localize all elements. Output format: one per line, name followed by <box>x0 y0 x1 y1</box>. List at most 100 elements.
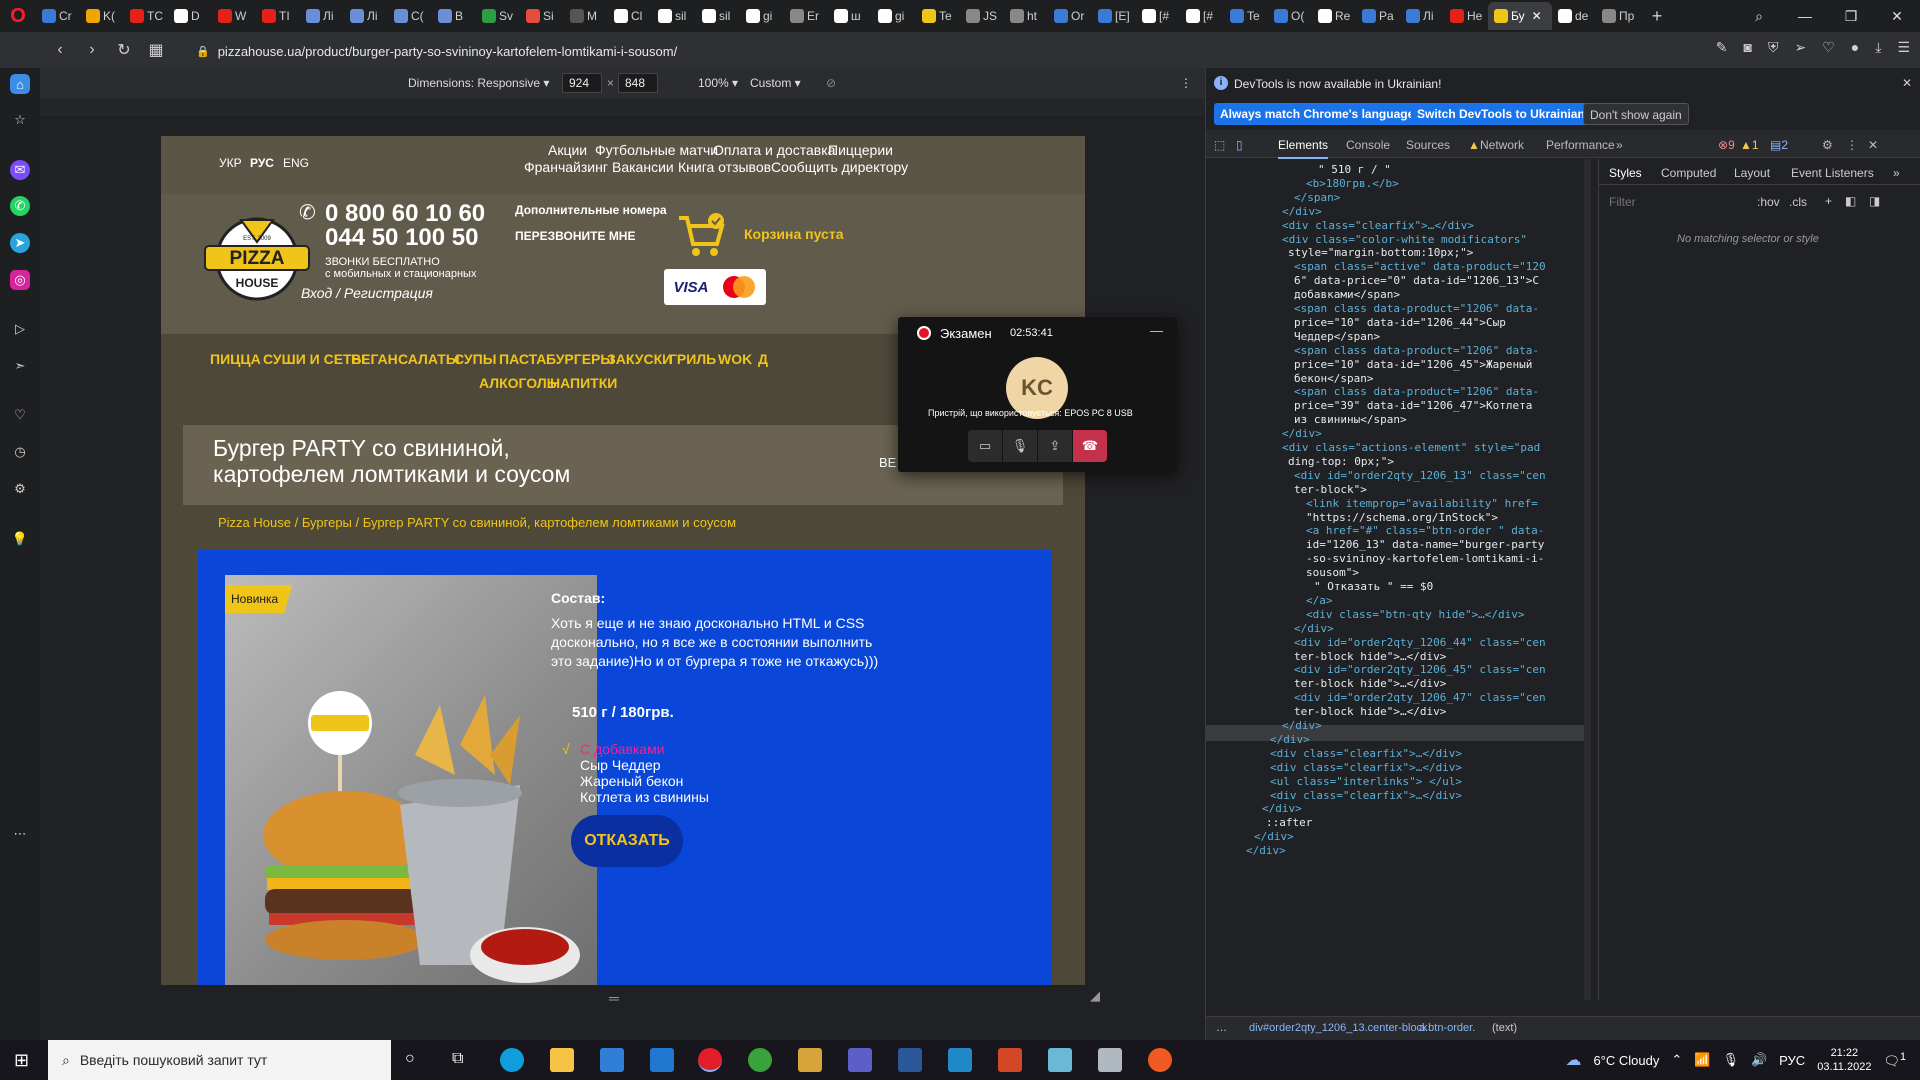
lightbulb-icon[interactable]: 💡 <box>10 529 30 549</box>
share-screen-icon[interactable]: ⇪ <box>1038 430 1072 462</box>
browser-tab[interactable]: D <box>168 2 212 30</box>
network-icon[interactable]: 📶 <box>1694 1052 1710 1068</box>
forward-icon[interactable]: › <box>76 41 108 59</box>
profile-icon[interactable]: ● <box>1851 39 1859 56</box>
throttle-select[interactable]: Custom ▾ <box>750 76 801 90</box>
option-with-extras[interactable]: С добавками <box>580 741 665 757</box>
lang-uk[interactable]: УКР <box>219 156 242 170</box>
camera-off-icon[interactable]: ▭ <box>968 430 1002 462</box>
code-line[interactable]: <ul class="interlinks"> </ul> <box>1270 775 1462 789</box>
menu-icon[interactable]: ☰ <box>1897 39 1910 56</box>
browser-tab[interactable]: B <box>432 2 476 30</box>
rotate-icon[interactable]: ⊘ <box>826 76 836 90</box>
menu-snacks[interactable]: ЗАКУСКИ <box>607 351 672 367</box>
code-line[interactable]: ter-block"> <box>1294 483 1367 497</box>
browser-tab[interactable]: TC <box>124 2 168 30</box>
browser-tab[interactable]: [# <box>1180 2 1224 30</box>
browser-tab[interactable]: ht <box>1004 2 1048 30</box>
menu-wok[interactable]: WOK <box>718 351 752 367</box>
tab-styles[interactable]: Styles <box>1609 166 1642 180</box>
menu-pasta[interactable]: ПАСТА <box>499 351 546 367</box>
browser-tab[interactable]: Te <box>916 2 960 30</box>
notepad-icon[interactable] <box>1048 1048 1072 1072</box>
clock[interactable]: 21:22 03.11.2022 <box>1817 1046 1871 1074</box>
browser-tab[interactable]: Лі <box>344 2 388 30</box>
computed-toggle-icon[interactable]: ◧ <box>1845 194 1856 208</box>
sublime-icon[interactable] <box>1148 1048 1172 1072</box>
width-input[interactable]: 924 <box>562 73 602 93</box>
code-line[interactable]: <div class="clearfix">…</div> <box>1270 789 1462 803</box>
tab-close-icon[interactable]: ✕ <box>1532 9 1542 23</box>
browser-tab[interactable]: Er <box>784 2 828 30</box>
code-line[interactable]: sousom"> <box>1306 566 1359 580</box>
nav-promo[interactable]: Акции <box>548 142 587 158</box>
browser-tab[interactable]: Cr <box>36 2 80 30</box>
tab-sources[interactable]: Sources <box>1406 138 1450 152</box>
back-icon[interactable]: ‹ <box>44 41 76 59</box>
weather-text[interactable]: 6°C Cloudy <box>1593 1053 1659 1068</box>
code-line[interactable]: ter-block hide">…</div> <box>1294 705 1446 719</box>
browser-tab[interactable]: gi <box>872 2 916 30</box>
bookmark-icon[interactable]: ☆ <box>10 110 30 130</box>
download-icon[interactable]: ⤓ <box>1875 39 1881 56</box>
dimensions-select[interactable]: Dimensions: Responsive ▾ <box>408 76 549 90</box>
browser-tab[interactable]: Re <box>1312 2 1356 30</box>
minimize-icon[interactable]: — <box>1782 8 1828 24</box>
resize-handle-corner[interactable]: ◢ <box>1090 988 1100 1004</box>
nav-payment[interactable]: Оплата и доставка <box>713 142 835 158</box>
menu-alcohol[interactable]: АЛКОГОЛЬ <box>479 375 557 391</box>
code-line[interactable]: <div id="order2qty_1206_13" class="cen <box>1294 469 1546 483</box>
task-view-icon[interactable]: ⧉ <box>452 1050 463 1068</box>
code-line[interactable]: style="margin-bottom:10px;"> <box>1288 246 1473 260</box>
store-icon[interactable] <box>600 1048 624 1072</box>
browser-tab[interactable]: [E] <box>1092 2 1136 30</box>
code-line[interactable]: добавками</span> <box>1294 288 1400 302</box>
cloud-app-icon[interactable] <box>1098 1048 1122 1072</box>
sidebar-toggle-icon[interactable]: ◨ <box>1869 194 1880 208</box>
code-line[interactable]: ::after <box>1266 816 1312 830</box>
history-icon[interactable]: ◷ <box>10 442 30 462</box>
nav-jobs[interactable]: Вакансии <box>612 159 674 175</box>
browser-tab[interactable]: K( <box>80 2 124 30</box>
code-line[interactable]: <link itemprop="availability" href= <box>1306 497 1538 511</box>
code-line[interactable]: <div class="btn-qty hide">…</div> <box>1306 608 1525 622</box>
code-line[interactable]: ding-top: 0px;"> <box>1288 455 1394 469</box>
volume-icon[interactable]: 🔊 <box>1751 1052 1767 1068</box>
code-line[interactable]: <div class="clearfix">…</div> <box>1270 747 1462 761</box>
height-input[interactable]: 848 <box>618 73 658 93</box>
code-line[interactable]: </div> <box>1246 844 1286 858</box>
tab-network[interactable]: Network <box>1480 138 1524 152</box>
nav-pizzerias[interactable]: Пиццерии <box>828 142 893 158</box>
word-icon[interactable] <box>898 1048 922 1072</box>
breadcrumb-more-icon[interactable]: … <box>1216 1022 1227 1034</box>
option-bacon[interactable]: Жареный бекон <box>580 773 683 789</box>
cart-status[interactable]: Корзина пуста <box>744 226 843 242</box>
browser-tab[interactable]: M <box>564 2 608 30</box>
browser-tab[interactable]: Or <box>1048 2 1092 30</box>
browser-tab[interactable]: Si <box>520 2 564 30</box>
utorrent-icon[interactable] <box>748 1048 772 1072</box>
error-count[interactable]: ⊗9 <box>1718 138 1735 152</box>
nav-director[interactable]: Сообщить директору <box>771 159 908 175</box>
devtools-close-icon[interactable]: ✕ <box>1868 138 1878 152</box>
edge-icon[interactable] <box>500 1048 524 1072</box>
opera-taskbar-icon[interactable] <box>698 1048 722 1072</box>
code-line[interactable]: </div> <box>1262 802 1302 816</box>
mic-icon[interactable]: 🎙 <box>1722 1052 1739 1068</box>
messenger-icon[interactable]: ✉ <box>10 160 30 180</box>
login-link[interactable]: Вход / Регистрация <box>301 285 433 301</box>
browser-tab[interactable]: Пр <box>1596 2 1640 30</box>
file-explorer-icon[interactable] <box>550 1048 574 1072</box>
home-icon[interactable]: ⌂ <box>10 74 30 94</box>
code-line[interactable]: <a href="#" class="btn-order " data- <box>1306 524 1544 538</box>
phone-secondary[interactable]: 044 50 100 50 <box>325 224 478 252</box>
browser-tab[interactable]: [# <box>1136 2 1180 30</box>
taskbar-search[interactable]: ⌕ Введіть пошуковий запит тут <box>48 1040 391 1080</box>
url-field[interactable]: 🔒 pizzahouse.ua/product/burger-party-so-… <box>196 40 677 62</box>
menu-pizza[interactable]: ПИЦЦА <box>210 351 261 367</box>
browser-tab[interactable]: W <box>212 2 256 30</box>
browser-tab[interactable]: Лі <box>300 2 344 30</box>
zoom-select[interactable]: 100% ▾ <box>698 76 738 90</box>
browser-tab[interactable]: O( <box>1268 2 1312 30</box>
breadcrumb[interactable]: Pizza House / Бургеры / Бургер PARTY со … <box>218 515 736 530</box>
